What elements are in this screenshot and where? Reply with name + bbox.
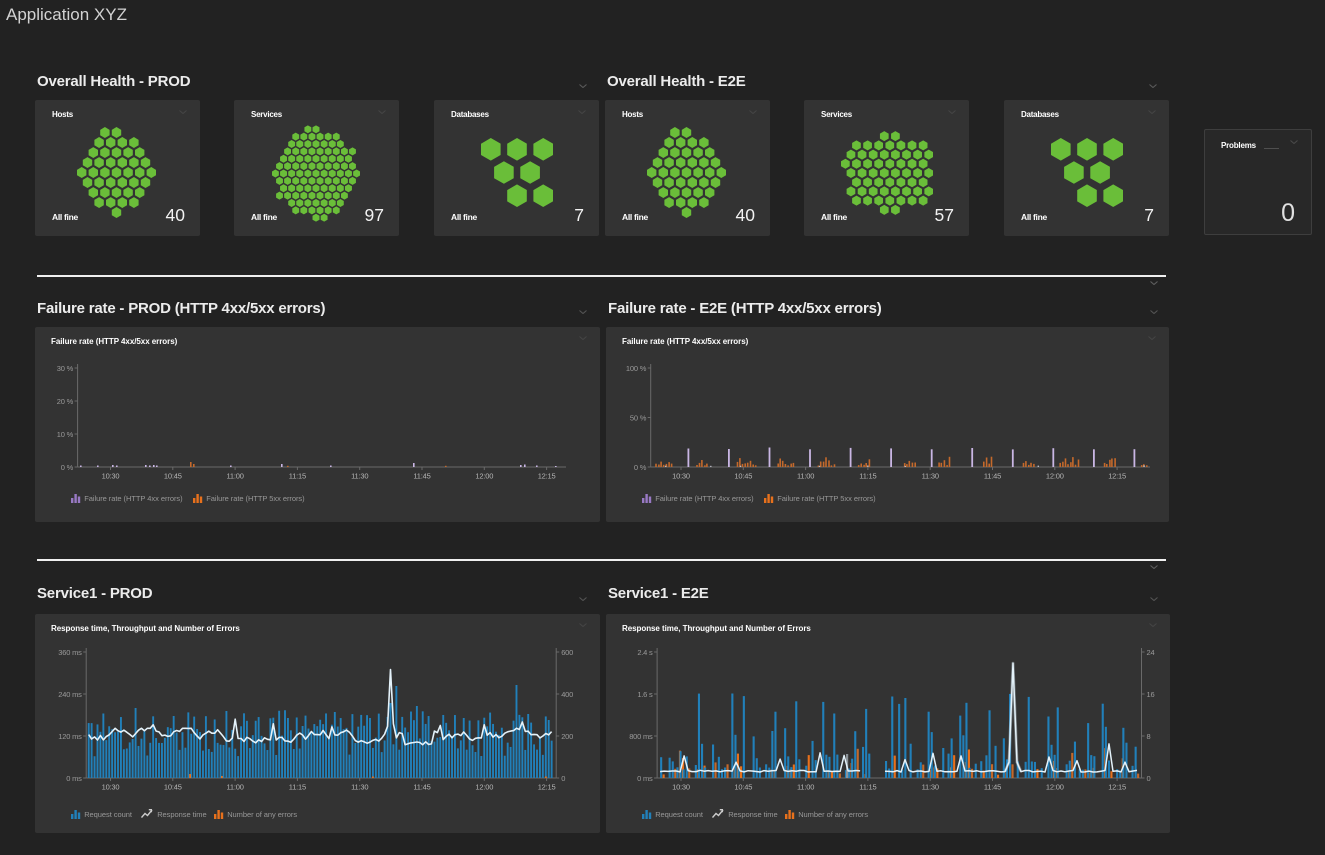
- svg-text:11:00: 11:00: [226, 472, 243, 481]
- svg-text:120 ms: 120 ms: [58, 732, 82, 741]
- svg-text:2.4 s: 2.4 s: [637, 648, 653, 657]
- svg-text:11:00: 11:00: [797, 783, 814, 792]
- svg-text:0: 0: [561, 774, 565, 783]
- svg-text:10:30: 10:30: [102, 783, 120, 792]
- svg-text:10:30: 10:30: [672, 472, 690, 481]
- svg-text:12:15: 12:15: [538, 783, 556, 792]
- svg-text:8: 8: [1147, 732, 1151, 741]
- svg-text:30 %: 30 %: [57, 364, 74, 373]
- svg-text:12:00: 12:00: [475, 472, 493, 481]
- svg-text:1.6 s: 1.6 s: [637, 690, 653, 699]
- svg-text:360 ms: 360 ms: [58, 648, 82, 657]
- svg-text:11:00: 11:00: [797, 472, 814, 481]
- svg-text:400: 400: [561, 690, 573, 699]
- svg-text:10:30: 10:30: [672, 783, 690, 792]
- svg-text:10:45: 10:45: [164, 472, 182, 481]
- svg-text:11:45: 11:45: [984, 783, 1001, 792]
- svg-text:11:15: 11:15: [859, 783, 876, 792]
- svg-text:12:15: 12:15: [1108, 472, 1126, 481]
- svg-text:11:15: 11:15: [859, 472, 876, 481]
- svg-text:11:30: 11:30: [351, 472, 368, 481]
- svg-text:11:30: 11:30: [922, 783, 939, 792]
- svg-text:12:00: 12:00: [1046, 783, 1064, 792]
- svg-text:50 %: 50 %: [630, 414, 647, 423]
- svg-text:10:45: 10:45: [734, 783, 752, 792]
- svg-text:10:30: 10:30: [102, 472, 120, 481]
- svg-text:100 %: 100 %: [626, 364, 647, 373]
- svg-text:240 ms: 240 ms: [58, 690, 82, 699]
- svg-text:11:15: 11:15: [289, 472, 306, 481]
- svg-text:12:15: 12:15: [538, 472, 556, 481]
- svg-text:16: 16: [1147, 690, 1155, 699]
- svg-text:11:30: 11:30: [351, 783, 368, 792]
- svg-text:0 %: 0 %: [61, 463, 74, 472]
- svg-text:12:00: 12:00: [475, 783, 493, 792]
- svg-text:11:45: 11:45: [984, 472, 1001, 481]
- svg-text:11:15: 11:15: [289, 783, 306, 792]
- svg-text:0 ms: 0 ms: [66, 774, 82, 783]
- svg-text:24: 24: [1147, 648, 1155, 657]
- svg-text:11:45: 11:45: [413, 783, 430, 792]
- svg-text:600: 600: [561, 648, 573, 657]
- svg-text:11:00: 11:00: [226, 783, 243, 792]
- svg-text:10:45: 10:45: [164, 783, 182, 792]
- svg-text:800 ms: 800 ms: [629, 732, 653, 741]
- svg-text:11:30: 11:30: [922, 472, 939, 481]
- svg-text:200: 200: [561, 732, 573, 741]
- svg-text:10:45: 10:45: [734, 472, 752, 481]
- svg-text:0 %: 0 %: [634, 463, 647, 472]
- svg-text:20 %: 20 %: [57, 397, 74, 406]
- svg-text:10 %: 10 %: [57, 430, 74, 439]
- svg-text:12:15: 12:15: [1108, 783, 1126, 792]
- svg-text:0 ms: 0 ms: [637, 774, 653, 783]
- svg-text:11:45: 11:45: [413, 472, 430, 481]
- svg-text:12:00: 12:00: [1046, 472, 1064, 481]
- svg-text:0: 0: [1147, 774, 1151, 783]
